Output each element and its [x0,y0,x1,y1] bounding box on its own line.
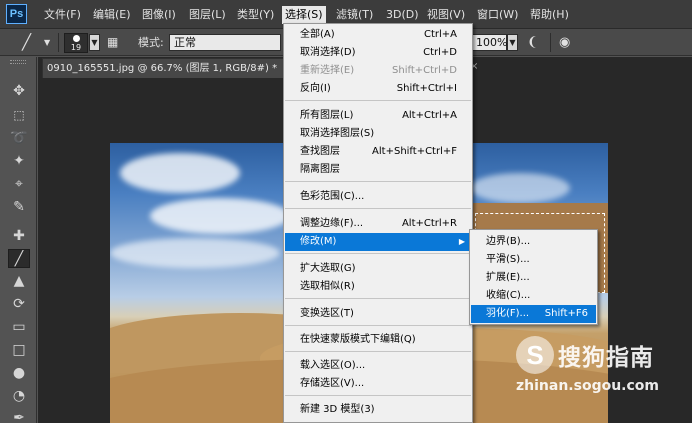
move-tool-icon[interactable]: ✥ [8,82,30,101]
history-brush-tool-icon[interactable]: ⟳ [8,295,30,314]
menu-item-load-selection[interactable]: 载入选区(O)... [285,357,471,375]
pen-tool-icon[interactable]: ✒ [8,409,30,423]
menu-image[interactable]: 图像(I) [139,6,179,24]
opacity-dropdown[interactable]: ▼ [507,34,518,51]
submenu-item-expand[interactable]: 扩展(E)... [471,269,596,287]
healing-tool-icon[interactable]: ✚ [8,227,30,246]
menu-separator [285,100,471,101]
menu-file[interactable]: 文件(F) [41,6,84,24]
brush-tip-icon [73,35,80,42]
menu-separator [285,253,471,254]
menu-separator [285,325,471,326]
menu-item-deselect[interactable]: 取消选择(D) Ctrl+D [285,44,471,62]
menu-help[interactable]: 帮助(H) [527,6,572,24]
modify-submenu: 边界(B)... 平滑(S)... 扩展(E)... 收缩(C)... 羽化(F… [469,229,598,325]
menu-item-similar[interactable]: 选取相似(R) [285,278,471,296]
panel-grip[interactable] [10,60,26,64]
crop-tool-icon[interactable]: ⌖ [8,175,30,194]
mode-label: 模式: [138,36,164,49]
cloud [150,198,290,234]
dodge-tool-icon[interactable]: ◔ [8,387,30,406]
brush-tool-icon[interactable]: ╱ [8,249,30,268]
gradient-tool-icon[interactable]: □ [8,341,30,360]
mode-select[interactable]: 正常 [169,34,281,51]
menu-item-modify[interactable]: 修改(M) ▶ [285,233,471,251]
menu-separator [285,208,471,209]
menu-separator [285,395,471,396]
menu-separator [285,181,471,182]
menu-separator [285,298,471,299]
menu-item-grow[interactable]: 扩大选取(G) [285,260,471,278]
select-menu-dropdown: 全部(A) Ctrl+A 取消选择(D) Ctrl+D 重新选择(E) Shift+C… [283,23,473,423]
opacity-input[interactable]: 100% [471,34,507,51]
menu-select[interactable]: 选择(S) [282,6,326,24]
stamp-tool-icon[interactable]: ▲ [8,272,30,291]
menu-window[interactable]: 窗口(W) [474,6,521,24]
menu-3d[interactable]: 3D(D) [383,6,422,24]
menu-item-new-3d-model[interactable]: 新建 3D 模型(3) [285,401,471,419]
submenu-item-smooth[interactable]: 平滑(S)... [471,251,596,269]
menu-item-all-layers[interactable]: 所有图层(L) Alt+Ctrl+A [285,107,471,125]
brush-size-dropdown[interactable]: ▼ [89,34,100,51]
menu-item-quick-mask[interactable]: 在快速蒙版模式下编辑(Q) [285,331,471,349]
submenu-item-feather[interactable]: 羽化(F)... Shift+F6 [471,305,596,323]
menu-item-select-all[interactable]: 全部(A) Ctrl+A [285,26,471,44]
cloud [470,173,570,203]
tool-panel: ✥ ⬚ ➰ ✦ ⌖ ✎ ✚ ╱ ▲ ⟳ ▭ □ ● ◔ ✒ [0,57,37,423]
menu-view[interactable]: 视图(V) [424,6,468,24]
quick-select-tool-icon[interactable]: ✦ [8,152,30,171]
watermark-url: zhinan.sogou.com [516,378,659,394]
menu-filter[interactable]: 滤镜(T) [333,6,376,24]
chevron-right-icon: ▶ [458,237,465,246]
menu-item-find-layers[interactable]: 查找图层 Alt+Shift+Ctrl+F [285,143,471,161]
chevron-down-icon[interactable]: ▼ [44,34,50,51]
eraser-tool-icon[interactable]: ▭ [8,318,30,337]
brush-preset-icon[interactable]: ╱ [22,34,31,51]
divider [58,33,59,52]
menu-item-save-selection[interactable]: 存储选区(V)... [285,375,471,393]
menu-item-inverse[interactable]: 反向(I) Shift+Ctrl+I [285,80,471,98]
eyedropper-tool-icon[interactable]: ✎ [8,198,30,217]
submenu-item-contract[interactable]: 收缩(C)... [471,287,596,305]
cloud [110,238,280,268]
cloud [120,153,240,193]
menu-item-color-range[interactable]: 色彩范围(C)... [285,188,471,206]
menu-item-reselect[interactable]: 重新选择(E) Shift+Ctrl+D [285,62,471,80]
menu-item-isolate-layers[interactable]: 隔离图层 [285,161,471,179]
menu-item-refine-edge[interactable]: 调整边缘(F)... Alt+Ctrl+R [285,215,471,233]
sogou-watermark: S 搜狗指南 zhinan.sogou.com [512,336,682,398]
watermark-brand: 搜狗指南 [558,345,654,371]
photoshop-logo: Ps [6,4,27,24]
menu-item-transform-selection[interactable]: 变换选区(T) [285,305,471,323]
divider [550,33,551,52]
pressure-icon[interactable]: ◉ [559,34,570,51]
airbrush-icon[interactable]: ❨ [527,34,538,51]
document-tab[interactable]: 0910_165551.jpg @ 66.7% (图层 1, RGB/8#) * [42,58,287,78]
blur-tool-icon[interactable]: ● [8,364,30,383]
menu-separator [285,351,471,352]
marquee-tool-icon[interactable]: ⬚ [8,106,30,125]
menu-item-deselect-layers[interactable]: 取消选择图层(S) [285,125,471,143]
menu-type[interactable]: 类型(Y) [234,6,277,24]
lasso-tool-icon[interactable]: ➰ [8,129,30,148]
brush-size-picker[interactable]: 19 [64,33,88,53]
brush-size-value: 19 [70,43,82,52]
menu-edit[interactable]: 编辑(E) [90,6,134,24]
menu-layer[interactable]: 图层(L) [186,6,229,24]
sogou-logo-icon: S [516,336,554,374]
submenu-item-border[interactable]: 边界(B)... [471,233,596,251]
brush-panel-icon[interactable]: ▦ [107,34,118,51]
